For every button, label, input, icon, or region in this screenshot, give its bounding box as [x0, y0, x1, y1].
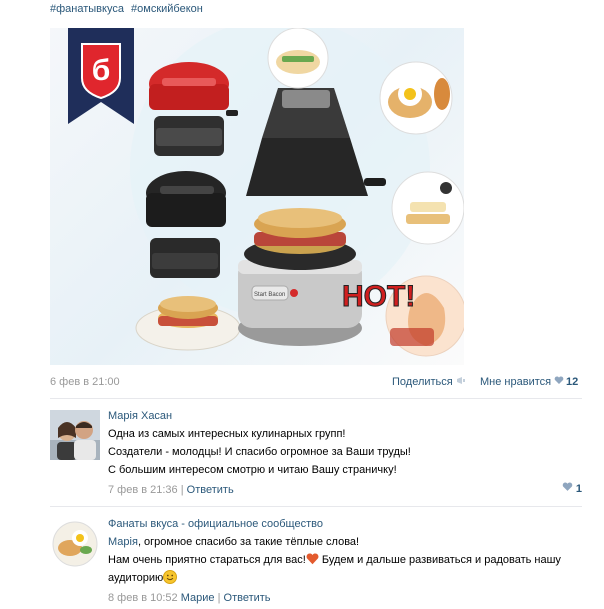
hashtag-link[interactable]: #фанатывкуса	[50, 3, 124, 15]
comment-line-text: аудиторию	[108, 572, 164, 584]
smile-emoji-icon	[163, 570, 178, 584]
reply-target-link[interactable]: Марие	[181, 592, 215, 604]
avatar[interactable]	[50, 518, 100, 568]
comment-date[interactable]: 7 фев в 21:36	[108, 484, 178, 496]
post-image[interactable]: Start Bacon HOT! б	[50, 28, 464, 365]
comment-item: Фанаты вкуса - официальное сообщество Ма…	[50, 518, 582, 608]
comment-author[interactable]: Марія Хасан	[108, 410, 578, 423]
hashtag-link[interactable]: #омскийбекон	[131, 3, 203, 15]
reply-button[interactable]: Ответить	[187, 484, 234, 496]
divider	[50, 506, 582, 507]
comment-line-text: Будем и дальше развиваться и радовать на…	[318, 554, 561, 566]
food-thumbnail-egg	[379, 61, 453, 135]
hot-caption: HOT!	[342, 280, 415, 313]
avatar[interactable]	[50, 410, 100, 460]
share-button[interactable]: Поделиться	[392, 376, 466, 388]
black-sandwich-maker	[146, 171, 226, 278]
device-button-label: Start Bacon	[254, 292, 285, 298]
megaphone-icon	[456, 377, 465, 384]
divider	[50, 398, 582, 399]
reply-button[interactable]: Ответить	[224, 592, 271, 604]
hashtags: #фанатывкуса #омскийбекон	[50, 3, 207, 15]
comment-item: Марія Хасан Одна из самых интересных кул…	[50, 410, 582, 500]
comment-line: С большим интересом смотрю и читаю Вашу …	[108, 464, 397, 476]
heart-icon	[562, 482, 573, 491]
comment-line-text: , огромное спасибо за такие тёплые слова…	[137, 536, 360, 548]
comment-text: Одна из самых интересных кулинарных груп…	[108, 425, 578, 479]
food-thumbnail-top	[267, 28, 329, 89]
comment-footer: 8 фев в 10:52 Марие | Ответить	[108, 589, 578, 607]
comment-like-count: 1	[575, 483, 582, 495]
separator: |	[217, 592, 221, 604]
heart-icon	[554, 376, 564, 384]
like-count: 12	[566, 376, 579, 388]
food-thumbnail-plate	[391, 171, 464, 245]
comment-author[interactable]: Фанаты вкуса - официальное сообщество	[108, 518, 578, 531]
comment-date[interactable]: 8 фев в 10:52	[108, 592, 178, 604]
comment-line: Марія, огромное спасибо за такие тёплые …	[108, 533, 578, 551]
brand-letter: б	[92, 54, 111, 87]
like-label: Мне нравится	[480, 376, 552, 388]
comment-line: Нам очень приятно стараться для вас! Буд…	[108, 551, 578, 569]
comment-text: Марія, огромное спасибо за такие тёплые …	[108, 533, 578, 587]
brand-ribbon-logo: б	[68, 28, 134, 124]
share-label: Поделиться	[392, 376, 453, 388]
reply-name-link[interactable]: Марія	[108, 536, 138, 548]
comment-line: Создатели - молодцы! И спасибо огромное …	[108, 446, 411, 458]
post-date[interactable]: 6 фев в 21:00	[50, 376, 120, 388]
comment-line: Одна из самых интересных кулинарных груп…	[108, 428, 346, 440]
comment-body: Фанаты вкуса - официальное сообщество Ма…	[108, 518, 578, 607]
separator: |	[180, 484, 184, 496]
comment-line-text: Нам очень приятно стараться для вас!	[108, 554, 306, 566]
comment-footer: 7 фев в 21:36 | Ответить	[108, 481, 578, 499]
comment-body: Марія Хасан Одна из самых интересных кул…	[108, 410, 578, 499]
like-button[interactable]: Мне нравится	[480, 376, 564, 388]
comment-line: аудиторию	[108, 569, 578, 587]
heart-emoji-icon	[306, 553, 319, 565]
comment-like-button[interactable]: 1	[562, 482, 582, 495]
